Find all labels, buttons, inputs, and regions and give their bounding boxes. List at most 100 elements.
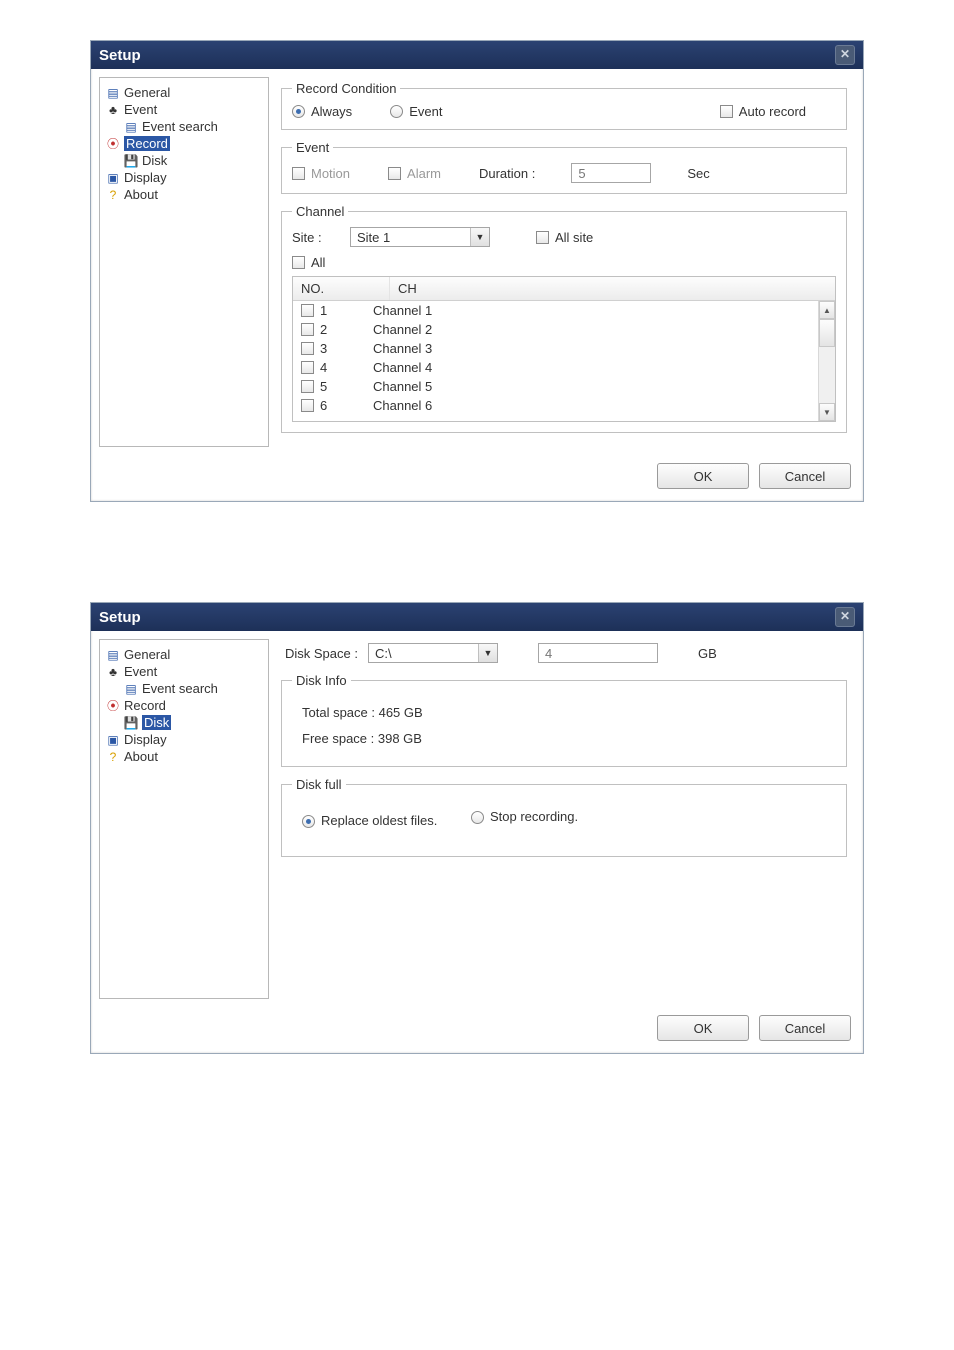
ok-button[interactable]: OK xyxy=(657,463,749,489)
table-row[interactable]: 1Channel 1 xyxy=(293,301,835,320)
all-site-check[interactable]: All site xyxy=(536,230,593,245)
record-condition-group: Record Condition Always Event xyxy=(281,81,847,130)
record-condition-legend: Record Condition xyxy=(292,81,400,96)
row-ch: Channel 3 xyxy=(373,341,827,356)
search-event-icon: ▤ xyxy=(124,682,138,696)
sidebar-item-label: Record xyxy=(124,698,166,713)
event-group: Event Motion Alarm Duration : xyxy=(281,140,847,194)
radio-icon xyxy=(302,815,315,828)
all-label: All xyxy=(311,255,325,270)
all-check[interactable]: All xyxy=(292,255,325,270)
sidebar-item-event-search[interactable]: ▤Event search xyxy=(122,680,264,697)
alarm-check[interactable]: Alarm xyxy=(388,166,441,181)
page-icon: ▤ xyxy=(106,648,120,662)
sidebar-item-label: General xyxy=(124,85,170,100)
replace-oldest-radio[interactable]: Replace oldest files. xyxy=(302,808,437,834)
duration-input[interactable]: 5 xyxy=(571,163,651,183)
ok-label: OK xyxy=(694,1021,713,1036)
sidebar-item-about[interactable]: ?About xyxy=(104,186,264,203)
event-legend: Event xyxy=(292,140,333,155)
checkbox-icon xyxy=(301,361,314,374)
sidebar-item-disk[interactable]: 💾 Disk xyxy=(122,152,264,169)
motion-check[interactable]: Motion xyxy=(292,166,350,181)
scroll-thumb[interactable] xyxy=(819,319,835,403)
row-ch: Channel 2 xyxy=(373,322,827,337)
site-label: Site : xyxy=(292,230,342,245)
close-icon[interactable]: ✕ xyxy=(835,607,855,627)
disk-size-value: 4 xyxy=(545,646,552,661)
col-ch: CH xyxy=(390,277,835,300)
disk-size-input[interactable]: 4 xyxy=(538,643,658,663)
scroll-down-icon[interactable]: ▼ xyxy=(819,403,835,421)
free-space: Free space : 398 GB xyxy=(302,726,826,752)
row-no: 5 xyxy=(320,379,327,394)
sidebar-item-label: Record xyxy=(124,136,170,151)
cancel-label: Cancel xyxy=(785,469,825,484)
checkbox-icon xyxy=(536,231,549,244)
bell-icon: ♣ xyxy=(106,665,120,679)
auto-record-check[interactable]: Auto record xyxy=(720,104,806,119)
checkbox-icon xyxy=(301,342,314,355)
sidebar: ▤General♣Event▤Event search⦿Record💾Disk▣… xyxy=(99,77,269,447)
stop-recording-radio[interactable]: Stop recording. xyxy=(471,804,578,830)
ok-button[interactable]: OK xyxy=(657,1015,749,1041)
alarm-label: Alarm xyxy=(407,166,441,181)
sidebar-item-event[interactable]: ♣ Event xyxy=(104,663,264,680)
row-ch: Channel 5 xyxy=(373,379,827,394)
table-row[interactable]: 2 Channel 2 xyxy=(293,320,835,339)
record-icon: ⦿ xyxy=(106,137,120,151)
drive-select[interactable]: C:\ ▼ xyxy=(368,643,498,663)
sidebar-item-label: Disk xyxy=(142,153,167,168)
row-no: 2 xyxy=(320,322,327,337)
close-icon[interactable]: ✕ xyxy=(835,45,855,65)
sidebar-item-about[interactable]: ?About xyxy=(104,748,264,765)
ok-label: OK xyxy=(694,469,713,484)
table-row[interactable]: 4Channel 4 xyxy=(293,358,835,377)
channel-group: Channel Site : Site 1 ▼ All site xyxy=(281,204,847,433)
checkbox-icon xyxy=(301,399,314,412)
checkbox-icon xyxy=(301,323,314,336)
sidebar-item-event[interactable]: ♣Event xyxy=(104,101,264,118)
disk-info-legend: Disk Info xyxy=(292,673,351,688)
disk-size-unit: GB xyxy=(698,646,717,661)
checkbox-icon xyxy=(301,380,314,393)
site-select[interactable]: Site 1 ▼ xyxy=(350,227,490,247)
row-no: 3 xyxy=(320,341,327,356)
display-icon: ▣ xyxy=(106,171,120,185)
sidebar-item-label: Event xyxy=(124,664,157,679)
duration-value: 5 xyxy=(578,166,585,181)
sidebar-item-record[interactable]: ⦿Record xyxy=(104,697,264,714)
radio-icon xyxy=(390,105,403,118)
cancel-button[interactable]: Cancel xyxy=(759,463,851,489)
event-radio[interactable]: Event xyxy=(390,104,442,119)
checkbox-icon xyxy=(720,105,733,118)
sidebar-item-general[interactable]: ▤General xyxy=(104,84,264,101)
sidebar-item-disk[interactable]: 💾 Disk xyxy=(122,714,264,731)
event-label: Event xyxy=(409,104,442,119)
drive-value: C:\ xyxy=(369,644,478,662)
disk-full-group: Disk full Replace oldest files. Stop rec… xyxy=(281,777,847,857)
checkbox-icon xyxy=(301,304,314,317)
table-row[interactable]: 5 Channel 5 xyxy=(293,377,835,396)
disk-info-group: Disk Info Total space : 465 GB Free spac… xyxy=(281,673,847,767)
sidebar-item-event-search[interactable]: ▤Event search xyxy=(122,118,264,135)
sidebar-item-label: Display xyxy=(124,170,167,185)
setup-dialog-disk: Setup ✕ ▤General♣Event▤Event search⦿Reco… xyxy=(90,602,864,1054)
display-icon: ▣ xyxy=(106,733,120,747)
sidebar-item-general[interactable]: ▤General xyxy=(104,646,264,663)
sidebar-item-record[interactable]: ⦿ Record xyxy=(104,135,264,152)
disk-icon: 💾 xyxy=(124,716,138,730)
table-row[interactable]: 6Channel 6 xyxy=(293,396,835,415)
scroll-up-icon[interactable]: ▲ xyxy=(819,301,835,319)
sidebar-item-display[interactable]: ▣ Display xyxy=(104,169,264,186)
scrollbar[interactable]: ▲ ▼ xyxy=(818,301,835,421)
always-radio[interactable]: Always xyxy=(292,104,352,119)
row-no: 1 xyxy=(320,303,327,318)
sidebar-item-label: About xyxy=(124,749,158,764)
sidebar-item-label: Disk xyxy=(142,715,171,730)
sidebar-item-display[interactable]: ▣Display xyxy=(104,731,264,748)
cancel-button[interactable]: Cancel xyxy=(759,1015,851,1041)
disk-icon: 💾 xyxy=(124,154,138,168)
row-ch: Channel 6 xyxy=(373,398,827,413)
table-row[interactable]: 3 Channel 3 xyxy=(293,339,835,358)
